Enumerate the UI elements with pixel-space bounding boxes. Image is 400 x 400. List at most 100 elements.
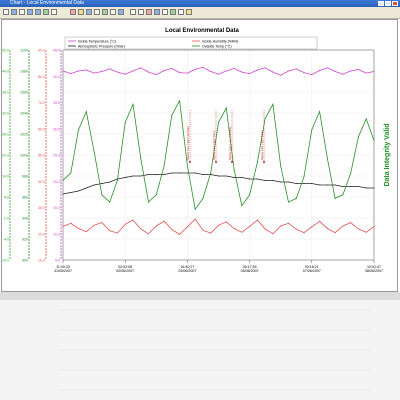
data-point [311,183,313,184]
data-point [140,67,142,69]
data-point [109,201,111,203]
data-point [116,71,118,73]
y-tick-label: 30.0 [53,127,60,131]
data-point [280,74,282,76]
data-point [93,150,95,152]
maximize-button[interactable] [385,1,391,6]
note-icon[interactable] [186,9,192,15]
data-point [249,225,251,227]
data-point [295,197,297,199]
data-point [140,175,142,177]
data-point [109,68,111,70]
data-point [365,118,367,120]
data-point [233,169,235,170]
y-tick-label: 40.0 [38,180,45,184]
play-icon[interactable] [154,9,160,15]
settings-icon[interactable] [110,9,116,15]
data-point [225,70,227,72]
data-point [171,67,173,69]
data-point [233,67,235,69]
data-point [124,223,126,225]
y-tick-label: 40.0 [53,75,60,79]
data-point [280,181,282,183]
data-point [288,181,289,183]
legend-icon[interactable] [86,9,92,15]
legend-entry: Atmospheric Pressure (mbar) [78,44,125,48]
data-point [148,233,149,235]
data-point [194,208,196,210]
data-point [186,72,188,74]
chart-canvas: Local Environmental Data Data Integrity … [1,28,391,273]
data-point [225,175,227,177]
data-point [163,70,165,71]
zoom-in-icon[interactable] [27,9,33,15]
grid-icon[interactable] [94,9,100,15]
data-point [62,179,64,181]
select-icon[interactable] [51,9,57,15]
export-icon[interactable] [102,9,108,15]
y-tick-label: 70.0 [38,101,45,105]
plot-area: Mains Fail: High Humidity Mains Fail: Hig… [62,49,375,261]
minimize-button[interactable] [378,1,384,6]
y-tick-label: 45.0 [53,49,60,53]
y-tick-label: 940 [22,217,28,221]
data-point [256,69,258,71]
reflection-panel [0,300,400,400]
y-tick-label: 960 [22,196,28,200]
data-point [171,172,173,174]
reflection-canvas [60,309,370,391]
y-tick-label: -10.0 [2,259,9,263]
data-point [85,69,87,71]
data-point [194,172,196,174]
data-point [202,197,204,199]
data-point [78,228,79,229]
copy-icon[interactable] [19,9,25,15]
data-point [202,66,204,68]
data-point [179,172,181,174]
marker-icon[interactable] [78,9,84,15]
title-bar: Chart - Local Environmental Data [0,0,400,7]
x-tick-date: 31/05/2007 [54,269,72,273]
data-point [155,74,157,76]
data-point [264,180,266,181]
zoom-out-icon[interactable] [35,9,41,15]
data-point [101,194,103,196]
annotation-label: Mains Fail: High Temp [260,130,264,160]
data-point [155,194,157,196]
chart-title: Local Environmental Data [165,28,239,34]
data-point [78,129,79,131]
y-tick-label: 30.0 [38,206,45,210]
y-tick-label: 44.0 [2,70,9,74]
refresh-icon[interactable] [70,9,76,15]
y-tick-label: 26.0 [2,133,9,137]
window-title: Chart - Local Environmental Data [10,0,84,6]
data-point [70,192,72,193]
data-point [62,225,64,227]
data-point [210,232,212,234]
pan-icon[interactable] [43,9,49,15]
data-point [288,222,289,224]
data-point [241,231,243,233]
data-point [101,222,103,224]
close-button[interactable] [392,1,398,6]
data-point [288,201,289,203]
y-tick-label: 20.0 [38,232,45,236]
series-line [62,218,375,235]
stop-icon[interactable] [146,9,152,15]
data-point [272,180,274,181]
data-point [334,71,336,72]
table-icon[interactable] [170,9,176,15]
y-tick-label: 20.0 [53,180,60,184]
panel-divider [0,292,400,300]
data-point [116,179,118,181]
prev-icon[interactable] [130,9,136,15]
print-icon[interactable] [11,9,17,15]
save-icon[interactable] [3,9,9,15]
data-point [218,73,219,75]
data-point [202,229,204,231]
chart-icon[interactable] [178,9,184,15]
camera-icon[interactable] [162,9,168,15]
y-tick-label: 2.0 [4,217,9,221]
next-icon[interactable] [138,9,144,15]
help-icon[interactable] [118,9,124,15]
